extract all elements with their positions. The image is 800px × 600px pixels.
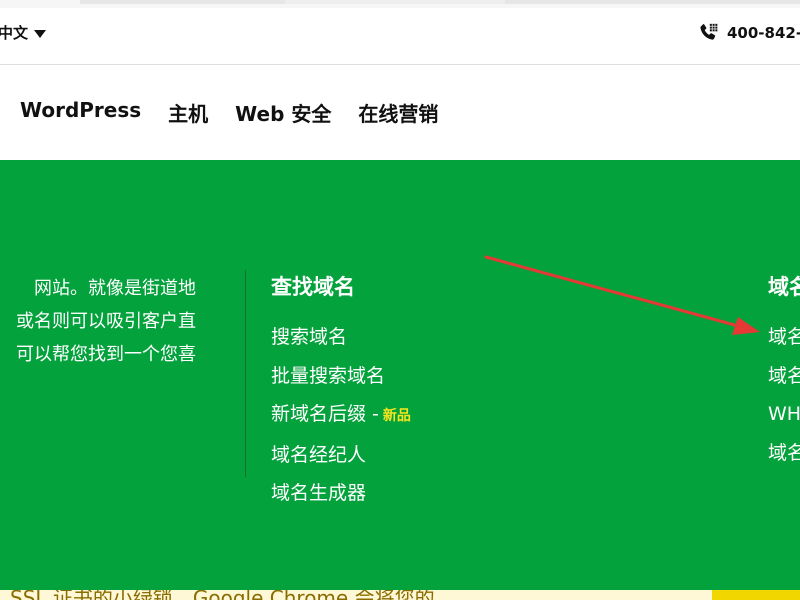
- page: 中文 400-842- WordPress 主机 Web 安全 在线营销 网站。…: [0, 0, 800, 600]
- main-nav: WordPress 主机 Web 安全 在线营销: [20, 98, 438, 127]
- content-peek-text: SSL 证书的小绿锁，Google Chrome 会将您的: [10, 590, 435, 600]
- intro-line: 可以帮您找到一个您喜: [16, 344, 196, 365]
- domain-tools-list: 域名 域名 WH 域名: [768, 318, 800, 472]
- phone-icon: [700, 23, 718, 40]
- menu-link-label: 域名: [768, 364, 800, 387]
- menu-link-label: 域名生成器: [271, 482, 367, 504]
- nav-item-hosting[interactable]: 主机: [168, 98, 208, 127]
- find-domain-column: 查找域名 搜索域名 批量搜索域名 新域名后缀 - 新品 域名经纪人 域名生成器: [271, 270, 411, 513]
- menu-link-search-domain[interactable]: 搜索域名: [271, 318, 411, 357]
- menu-link-bulk-search[interactable]: 批量搜索域名: [271, 357, 411, 396]
- menu-link-label: 批量搜索域名: [271, 364, 386, 387]
- menu-link-new-tlds[interactable]: 新域名后缀 - 新品: [271, 395, 411, 436]
- menu-link-domain-a[interactable]: 域名: [768, 318, 800, 357]
- domains-mega-menu: 网站。就像是街道地 或名则可以吸引客户直 可以帮您找到一个您喜 查找域名 搜索域…: [0, 160, 800, 590]
- new-badge: 新品: [382, 408, 411, 424]
- menu-link-domain-broker[interactable]: 域名经纪人: [271, 436, 411, 475]
- menu-link-label: 域名经纪人: [271, 443, 367, 466]
- mega-menu-intro: 网站。就像是街道地 或名则可以吸引客户直 可以帮您找到一个您喜: [0, 272, 196, 371]
- find-domain-title: 查找域名: [271, 275, 355, 299]
- language-selector[interactable]: 中文: [0, 22, 47, 43]
- menu-link-label: 新域名后缀 -: [271, 403, 379, 425]
- top-strip-segment: [80, 0, 285, 4]
- caret-down-icon: [34, 29, 47, 38]
- red-arrow-annotation: [484, 255, 760, 335]
- yellow-graphic: [712, 590, 800, 600]
- menu-link-label: 域名: [768, 326, 800, 348]
- browser-top-strip: [0, 0, 800, 8]
- domain-tools-column: 域名 域名 域名 WH 域名: [768, 270, 800, 472]
- domain-tools-title: 域名: [768, 275, 800, 299]
- header-divider: [0, 64, 800, 65]
- menu-link-whois[interactable]: WH: [768, 395, 800, 434]
- nav-item-wordpress[interactable]: WordPress: [20, 98, 141, 127]
- menu-link-domain-b[interactable]: 域名: [768, 357, 800, 396]
- phone-contact[interactable]: 400-842-: [697, 22, 800, 44]
- menu-link-domain-generator[interactable]: 域名生成器: [271, 474, 411, 513]
- find-domain-list: 搜索域名 批量搜索域名 新域名后缀 - 新品 域名经纪人 域名生成器: [271, 318, 411, 513]
- menu-link-domain-c[interactable]: 域名: [768, 434, 800, 473]
- phone-number: 400-842-: [727, 24, 800, 42]
- utility-bar: 中文 400-842-: [0, 8, 800, 64]
- menu-link-label: 搜索域名: [271, 326, 348, 348]
- menu-link-label: WH: [768, 403, 800, 425]
- nav-item-web-security[interactable]: Web 安全: [235, 98, 331, 127]
- menu-link-label: 域名: [768, 441, 800, 464]
- language-label: 中文: [0, 24, 29, 42]
- intro-line: 网站。就像是街道地: [34, 278, 196, 299]
- intro-line: 或名则可以吸引客户直: [16, 311, 196, 332]
- content-below-menu: SSL 证书的小绿锁，Google Chrome 会将您的: [0, 590, 800, 600]
- nav-item-online-marketing[interactable]: 在线营销: [358, 98, 438, 127]
- top-strip-segment: [505, 0, 800, 4]
- column-divider: [245, 270, 246, 477]
- top-strip-segment: [285, 0, 505, 4]
